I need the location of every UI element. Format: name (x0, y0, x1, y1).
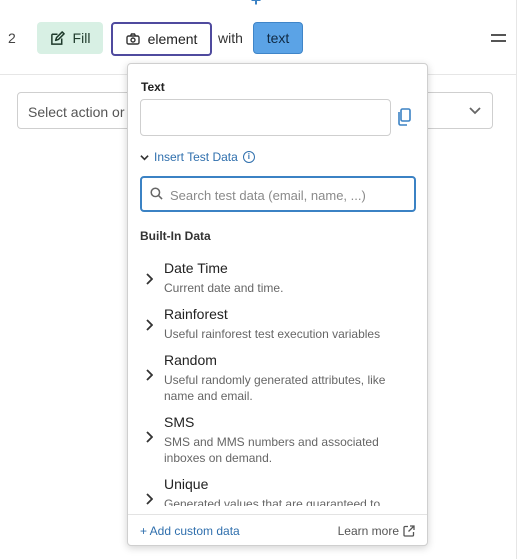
learn-more-label: Learn more (337, 524, 399, 538)
insert-test-data-popover: Text Insert Test Data i Built-In Data Da… (127, 63, 428, 546)
built-in-data-list: Date Time Current date and time. Rainfor… (128, 254, 427, 506)
learn-more-link[interactable]: Learn more (338, 524, 415, 538)
select-action-placeholder: Select action or (28, 104, 125, 120)
chevron-right-icon (146, 493, 153, 505)
search-test-data-box (140, 176, 416, 212)
chevron-down-icon (140, 154, 149, 160)
chevron-right-icon (146, 319, 153, 331)
chevron-right-icon (146, 369, 153, 381)
list-item-title: Date Time (164, 260, 228, 276)
built-in-data-heading: Built-In Data (140, 229, 211, 243)
popover-footer: + Add custom data Learn more (128, 514, 427, 545)
insert-test-data-label: Insert Test Data (154, 150, 238, 164)
list-item-title: Random (164, 352, 217, 368)
external-link-icon (403, 525, 415, 537)
list-item-title: SMS (164, 414, 195, 430)
text-field-input[interactable] (140, 99, 391, 136)
element-target-chip[interactable]: element (111, 22, 212, 56)
add-custom-data-link[interactable]: + Add custom data (140, 524, 240, 538)
drag-handle-icon[interactable] (491, 34, 506, 42)
copy-icon[interactable] (397, 108, 411, 126)
edit-icon (50, 30, 65, 45)
fill-action-chip[interactable]: Fill (37, 22, 103, 54)
list-item-desc: SMS and MMS numbers and associated inbox… (164, 435, 379, 465)
info-icon[interactable]: i (242, 151, 255, 163)
insert-test-data-toggle[interactable]: Insert Test Data i (140, 150, 255, 164)
text-value-chip[interactable]: text (253, 22, 303, 54)
text-field-label: Text (141, 80, 165, 94)
list-item-title: Unique (164, 476, 209, 492)
search-test-data-input[interactable] (168, 184, 412, 206)
chevron-right-icon (146, 431, 153, 443)
list-item-desc: Useful randomly generated attributes, li… (164, 373, 386, 403)
chevron-down-icon (469, 107, 481, 115)
plus-icon[interactable]: + (248, 0, 264, 9)
element-label: element (147, 31, 198, 47)
list-item-desc: Generated values that are guaranteed to (164, 497, 381, 506)
chevron-right-icon (146, 273, 153, 285)
fill-label: Fill (72, 30, 91, 46)
list-item-title: Rainforest (164, 306, 228, 322)
camera-icon (125, 33, 140, 45)
search-icon (150, 187, 163, 200)
step-number: 2 (8, 30, 16, 46)
list-item-desc: Useful rainforest test execution variabl… (164, 327, 381, 341)
with-label: with (218, 30, 243, 46)
list-item-desc: Current date and time. (164, 281, 284, 295)
